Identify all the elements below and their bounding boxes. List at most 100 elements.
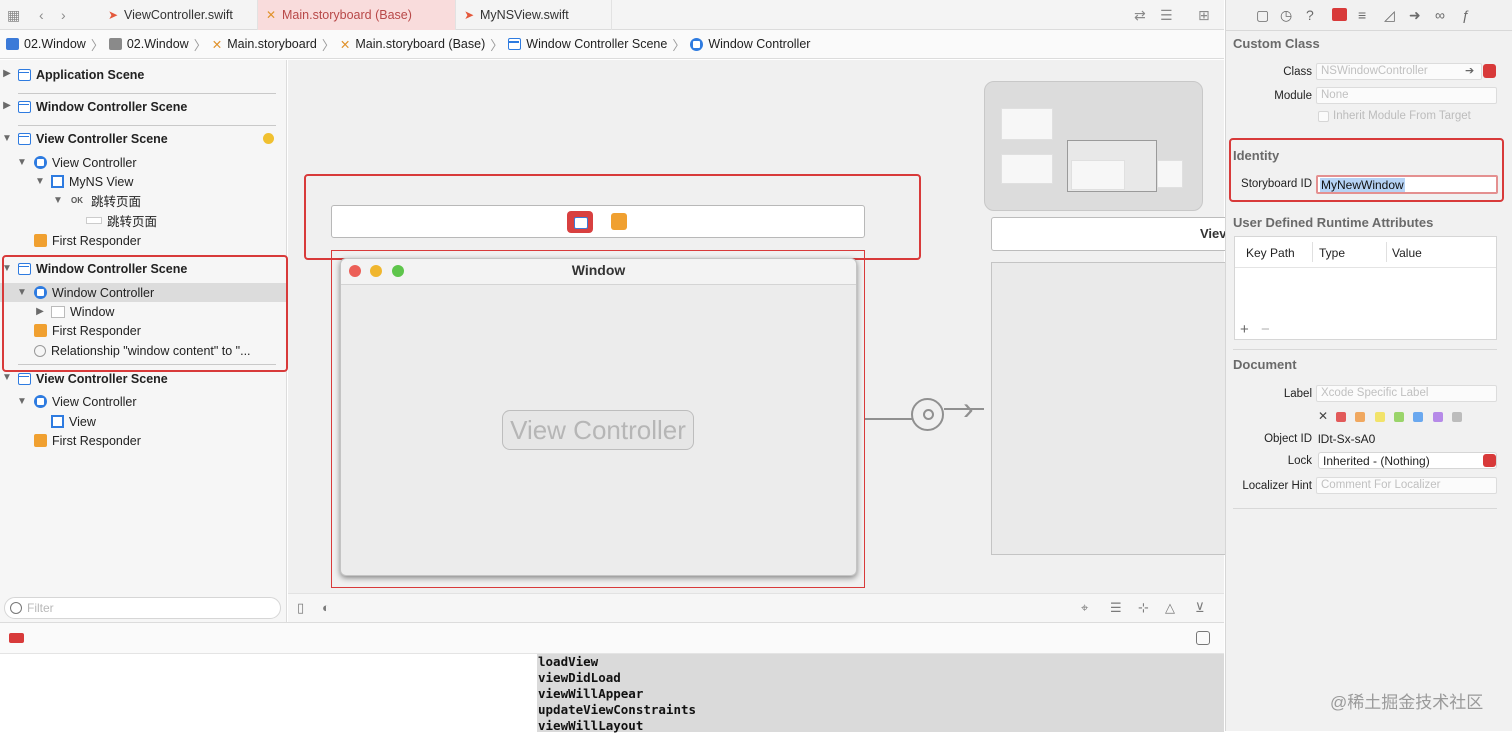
- remove-attribute-icon[interactable]: −: [1261, 321, 1270, 338]
- outline-view-controller-2[interactable]: View Controller: [34, 392, 137, 411]
- outline-myns-view[interactable]: MyNS View: [51, 172, 133, 191]
- outline-label: View Controller: [52, 155, 137, 170]
- add-editor-icon[interactable]: ⊞: [1198, 7, 1210, 23]
- minimap[interactable]: [984, 81, 1203, 211]
- disclosure-down-icon[interactable]: ▼: [17, 157, 27, 168]
- history-icon[interactable]: ◷: [1280, 7, 1292, 24]
- toggle-outline-icon[interactable]: ▯: [297, 600, 304, 616]
- identity-inspector-icon[interactable]: [1332, 8, 1347, 21]
- back-icon[interactable]: ‹: [39, 7, 44, 23]
- lock-label: Lock: [1287, 455, 1312, 467]
- file-inspector-icon[interactable]: ▢: [1256, 7, 1269, 24]
- swap-icon[interactable]: ⇄: [1134, 7, 1146, 23]
- module-field[interactable]: None: [1316, 87, 1497, 104]
- outline-view-controller-scene-2[interactable]: View Controller Scene: [18, 369, 168, 388]
- filter-placeholder: Filter: [27, 601, 54, 615]
- disclosure-down-icon[interactable]: ▼: [2, 133, 12, 144]
- appearance-icon[interactable]: ◐: [322, 600, 330, 615]
- attributes-inspector-icon[interactable]: ≡: [1358, 7, 1366, 23]
- resolve-issues-icon[interactable]: △: [1165, 600, 1175, 616]
- breadcrumb-item-storyboard-base[interactable]: ✕ Main.storyboard (Base): [340, 37, 485, 52]
- color-swatch-gray[interactable]: [1452, 412, 1462, 422]
- color-swatch-red[interactable]: [1336, 412, 1346, 422]
- disclosure-down-icon[interactable]: ▼: [2, 372, 12, 383]
- forward-icon[interactable]: ›: [61, 7, 66, 23]
- storyboard-icon: ✕: [339, 37, 351, 52]
- outline-window-controller-scene[interactable]: Window Controller Scene: [18, 97, 187, 116]
- outline-first-responder[interactable]: First Responder: [34, 231, 141, 250]
- color-swatch-green[interactable]: [1394, 412, 1404, 422]
- grid-icon[interactable]: ▦: [7, 7, 20, 23]
- breadcrumb-item-storyboard[interactable]: ✕ Main.storyboard: [212, 37, 317, 52]
- outline-button-cell[interactable]: 跳转页面: [86, 211, 157, 230]
- disclosure-down-icon[interactable]: ▼: [35, 176, 45, 187]
- divider: [1233, 508, 1497, 509]
- outline-first-responder-3[interactable]: First Responder: [34, 431, 141, 450]
- align-icon[interactable]: ☰: [1110, 600, 1122, 616]
- view-controller-placeholder: View Controller: [502, 410, 694, 450]
- column-value[interactable]: Value: [1392, 246, 1422, 260]
- color-swatch-purple[interactable]: [1433, 412, 1443, 422]
- breadcrumb-item-scene[interactable]: Window Controller Scene: [508, 37, 667, 51]
- disclosure-right-icon[interactable]: ▶: [2, 68, 12, 79]
- color-swatch-orange[interactable]: [1355, 412, 1365, 422]
- disclosure-down-icon[interactable]: ▼: [53, 195, 63, 206]
- custom-class-header: Custom Class: [1233, 36, 1320, 51]
- view-controller-scene-dock[interactable]: Viev: [991, 217, 1231, 251]
- canvas-bottom-bar: ▯ ◐ ⌖ ☰ ⊹ △ ⊻: [288, 593, 1224, 622]
- crumb-label: Window Controller Scene: [526, 37, 668, 51]
- relationship-segue-icon[interactable]: [911, 398, 944, 431]
- segue-arrow-icon: ›: [963, 390, 974, 426]
- effects-icon[interactable]: ƒ: [1462, 7, 1470, 23]
- breadcrumb-item-folder[interactable]: 02.Window: [108, 37, 189, 51]
- link-icon[interactable]: ∞: [1435, 7, 1445, 23]
- column-type[interactable]: Type: [1319, 246, 1345, 260]
- size-inspector-icon[interactable]: ◿: [1384, 7, 1395, 24]
- column-key-path[interactable]: Key Path: [1246, 246, 1295, 260]
- lines-icon[interactable]: ☰: [1160, 7, 1173, 23]
- lock-popup[interactable]: Inherited - (Nothing): [1318, 452, 1497, 469]
- watermark: @稀土掘金技术社区: [1330, 693, 1484, 712]
- update-frames-icon[interactable]: ⌖: [1081, 600, 1088, 616]
- breakpoint-icon[interactable]: [9, 633, 24, 643]
- outline-application-scene[interactable]: Application Scene: [18, 65, 144, 84]
- outline-label: View: [69, 414, 96, 429]
- outline-label: View Controller: [52, 394, 137, 409]
- embed-icon[interactable]: ⊻: [1195, 600, 1205, 616]
- outline-view-controller-scene[interactable]: View Controller Scene: [18, 129, 168, 148]
- localizer-hint-field[interactable]: Comment For Localizer: [1316, 477, 1497, 494]
- first-responder-icon: [34, 234, 47, 247]
- document-label-field[interactable]: Xcode Specific Label: [1316, 385, 1497, 402]
- navigator-filter-field[interactable]: Filter: [4, 597, 281, 619]
- clear-color-icon[interactable]: ✕: [1318, 409, 1328, 423]
- outline-button-jump[interactable]: OK 跳转页面: [71, 191, 141, 210]
- class-dropdown-icon[interactable]: [1483, 64, 1496, 78]
- add-constraints-icon[interactable]: ⊹: [1138, 600, 1149, 616]
- breadcrumb: 02.Window 〉 02.Window 〉 ✕ Main.storyboard…: [0, 30, 1224, 59]
- hide-console-icon[interactable]: [1196, 631, 1210, 645]
- runtime-attributes-table[interactable]: Key Path Type Value + −: [1234, 236, 1497, 340]
- color-swatch-blue[interactable]: [1413, 412, 1423, 422]
- tab-viewcontroller-swift[interactable]: ➤ ViewController.swift: [100, 0, 258, 30]
- help-icon[interactable]: ?: [1306, 7, 1314, 23]
- class-label: Class: [1283, 66, 1312, 78]
- go-to-class-icon[interactable]: ➔: [1465, 64, 1474, 77]
- color-swatch-yellow[interactable]: [1375, 412, 1385, 422]
- outline-view-controller[interactable]: View Controller: [34, 153, 137, 172]
- storyboard-id-field[interactable]: MyNewWindow: [1316, 175, 1498, 194]
- scene-icon: [18, 132, 31, 145]
- breadcrumb-item-project[interactable]: 02.Window: [6, 37, 86, 51]
- add-attribute-icon[interactable]: +: [1240, 321, 1249, 338]
- document-header: Document: [1233, 357, 1297, 372]
- class-field[interactable]: NSWindowController: [1316, 63, 1482, 80]
- breadcrumb-item-window-controller[interactable]: Window Controller: [690, 37, 810, 51]
- disclosure-right-icon[interactable]: ▶: [2, 100, 12, 111]
- view-controller-scene-view[interactable]: [991, 262, 1231, 555]
- tab-mynsview-swift[interactable]: ➤ MyNSView.swift: [456, 0, 612, 30]
- scene-icon: [508, 38, 522, 50]
- outline-view[interactable]: View: [51, 412, 96, 431]
- connections-inspector-icon[interactable]: ➜: [1409, 7, 1421, 24]
- disclosure-down-icon[interactable]: ▼: [17, 396, 27, 407]
- tab-main-storyboard[interactable]: ✕ Main.storyboard (Base): [258, 0, 456, 30]
- inherit-module-checkbox[interactable]: [1318, 111, 1329, 122]
